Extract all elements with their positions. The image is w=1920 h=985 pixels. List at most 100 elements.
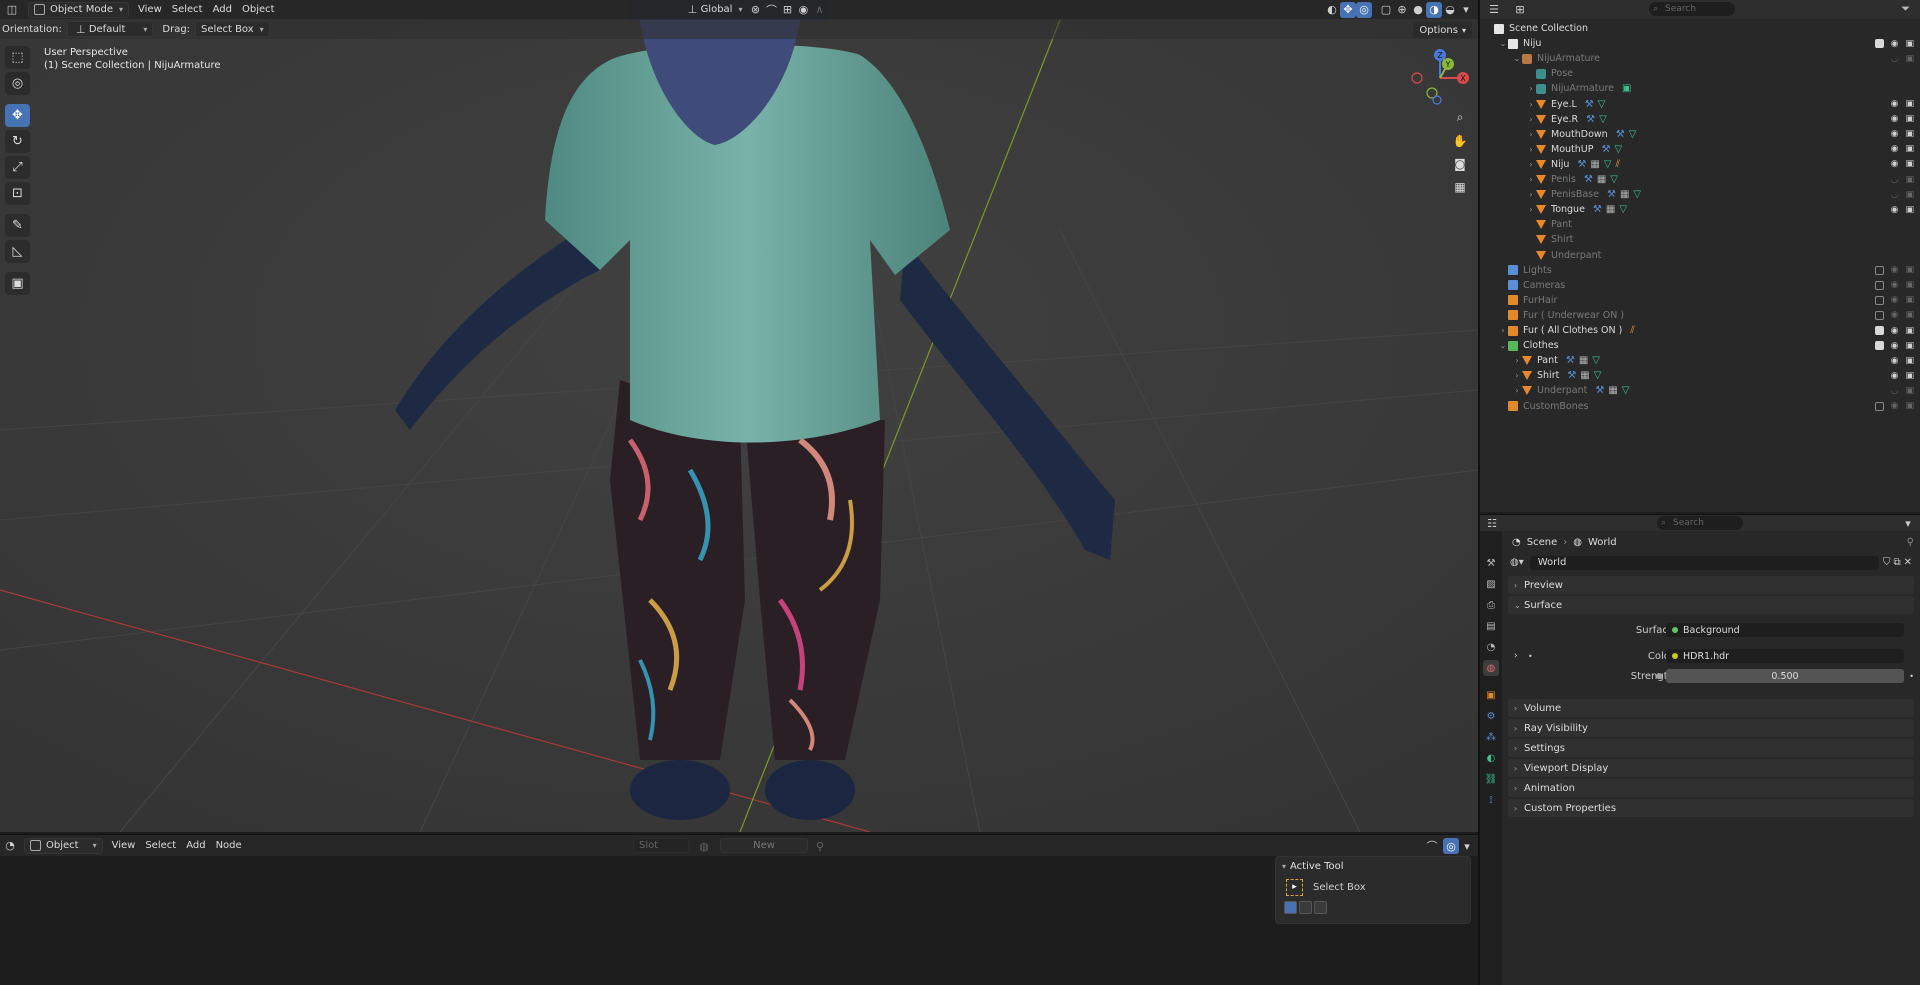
properties-search-input[interactable]: ⌕ Search	[1657, 516, 1743, 530]
new-material-button[interactable]: New	[720, 838, 808, 853]
exclude-checkbox[interactable]	[1874, 310, 1884, 320]
eye-icon[interactable]: ◉	[1891, 401, 1899, 411]
data-tab-icon[interactable]: ⟟	[1483, 792, 1499, 808]
modifier-tab-icon[interactable]: ⚙	[1483, 708, 1499, 724]
keyframe-dot-icon[interactable]: •	[1909, 672, 1914, 681]
physics-tab-icon[interactable]: ◐	[1483, 750, 1499, 766]
tool-tab-icon[interactable]: ⚒	[1483, 555, 1499, 571]
expand-color-icon[interactable]: ›	[1514, 651, 1518, 661]
outliner-row[interactable]: Cameras ◉ ▣	[1480, 278, 1920, 293]
vertex-groups-icon[interactable]: ▦	[1620, 189, 1629, 200]
move-tool-icon[interactable]: ✥	[5, 104, 30, 127]
active-tool-header[interactable]: ▾ Active Tool	[1276, 857, 1470, 875]
snap-target-icon[interactable]: ⊞	[779, 2, 795, 18]
menu-object[interactable]: Object	[237, 2, 280, 18]
object-tab-icon[interactable]: ▣	[1483, 687, 1499, 703]
outliner-row[interactable]: › MouthDown ⚒ ▽ ◉ ▣	[1480, 127, 1920, 142]
eye-icon[interactable]: ◉	[1891, 99, 1899, 109]
panel-ray-visibility[interactable]: › Ray Visibility	[1508, 719, 1914, 737]
world-browse-icon[interactable]: ◍▾	[1510, 557, 1524, 568]
wrench-icon[interactable]: ⚒	[1601, 144, 1610, 155]
vertex-groups-icon[interactable]: ▦	[1580, 370, 1589, 381]
surface-shader-field[interactable]: Background	[1666, 623, 1904, 637]
camera-icon[interactable]: ▣	[1905, 205, 1914, 215]
eye-closed-icon[interactable]: ◡	[1891, 54, 1899, 64]
outliner-row[interactable]: Fur ( Underwear ON ) ◉ ▣	[1480, 308, 1920, 323]
exclude-checkbox[interactable]	[1874, 265, 1884, 275]
expand-chevron-icon[interactable]: ›	[1526, 190, 1536, 199]
mesh-data-icon[interactable]: ▽	[1622, 385, 1630, 396]
world-tab-icon[interactable]: ◍	[1483, 660, 1499, 676]
expand-chevron-icon[interactable]: ›	[1526, 175, 1536, 184]
wrench-icon[interactable]: ⚒	[1607, 189, 1616, 200]
eye-icon[interactable]: ◉	[1891, 356, 1899, 366]
rotate-tool-icon[interactable]: ↻	[5, 130, 30, 153]
shader-editor-type-icon[interactable]: ◔	[2, 838, 18, 854]
vertex-groups-icon[interactable]: ▦	[1579, 355, 1588, 366]
wrench-icon[interactable]: ⚒	[1586, 114, 1595, 125]
panel-preview[interactable]: › Preview	[1508, 576, 1914, 594]
transform-orientation-dropdown[interactable]: ⊥ Global ▾	[680, 2, 748, 18]
wrench-icon[interactable]: ⚒	[1593, 204, 1602, 215]
exclude-checkbox[interactable]	[1874, 280, 1884, 290]
pivot-icon[interactable]: ⊗	[747, 2, 763, 18]
options-dropdown[interactable]: Options ▾	[1413, 22, 1472, 38]
outliner-row[interactable]: › Tongue ⚒ ▦ ▽ ◉ ▣	[1480, 202, 1920, 217]
eye-icon[interactable]: ◉	[1891, 144, 1899, 154]
camera-icon[interactable]: ▣	[1905, 99, 1914, 109]
camera-icon[interactable]: ▣	[1905, 175, 1914, 185]
vertex-groups-icon[interactable]: ▦	[1606, 204, 1615, 215]
collapse-chevron-icon[interactable]: ⌄	[1498, 39, 1508, 48]
eye-icon[interactable]: ◉	[1891, 371, 1899, 381]
exclude-checkbox[interactable]	[1874, 401, 1884, 411]
overlay-shader-icon[interactable]: ◎	[1443, 838, 1459, 854]
pin-icon[interactable]: ⚲	[812, 838, 828, 854]
mesh-data-icon[interactable]: ▽	[1633, 189, 1641, 200]
scene-tab-icon[interactable]: ◔	[1483, 639, 1499, 655]
vertex-groups-icon[interactable]: ▦	[1597, 174, 1606, 185]
camera-icon[interactable]: ▣	[1905, 386, 1914, 396]
hair-icon[interactable]: ⫽	[1630, 325, 1634, 336]
outliner-row[interactable]: Scene Collection	[1480, 21, 1920, 36]
panel-viewport-display[interactable]: › Viewport Display	[1508, 759, 1914, 777]
snap-shader-icon[interactable]: ⌒	[1424, 838, 1440, 854]
display-mode-icon[interactable]: ⊞	[1512, 2, 1528, 18]
camera-icon[interactable]: ▣	[1905, 371, 1914, 381]
expand-chevron-icon[interactable]: ›	[1526, 205, 1536, 214]
outliner-editor-type-icon[interactable]: ☰	[1486, 2, 1502, 18]
proportional-edit-icon[interactable]: ◉	[795, 2, 811, 18]
gizmo-toggle-icon[interactable]: ✥	[1340, 1, 1356, 18]
3d-viewport[interactable]: ◫ Object Mode ▾ View Select Add Object ⊥ G…	[0, 0, 1478, 832]
visibility-icon[interactable]: ◐	[1324, 2, 1340, 18]
overlay-options-icon[interactable]: ▾	[1459, 838, 1475, 854]
mesh-data-icon[interactable]: ▽	[1614, 144, 1622, 155]
camera-icon[interactable]: ▣	[1905, 295, 1914, 305]
eye-icon[interactable]: ◉	[1891, 205, 1899, 215]
menu-select[interactable]: Select	[167, 2, 208, 18]
wrench-icon[interactable]: ⚒	[1616, 129, 1625, 140]
eye-icon[interactable]: ◉	[1891, 159, 1899, 169]
camera-icon[interactable]: ▣	[1905, 265, 1914, 275]
view-layer-tab-icon[interactable]: ▤	[1483, 618, 1499, 634]
expand-chevron-icon[interactable]: ›	[1526, 130, 1536, 139]
falloff-icon[interactable]: ∧	[811, 2, 827, 18]
properties-editor-type-icon[interactable]: ☷	[1484, 515, 1500, 531]
outliner-row[interactable]: › PenisBase ⚒ ▦ ▽ ◡ ▣	[1480, 187, 1920, 202]
filter-icon[interactable]: ⏷	[1901, 2, 1910, 16]
camera-icon[interactable]: ▣	[1905, 341, 1914, 351]
expand-chevron-icon[interactable]: ›	[1526, 160, 1536, 169]
outliner-row[interactable]: CustomBones ◉ ▣	[1480, 399, 1920, 414]
camera-icon[interactable]: ▣	[1905, 326, 1914, 336]
vertex-groups-icon[interactable]: ▦	[1590, 159, 1599, 170]
shader-editor[interactable]: ◔ Object ▾ View Select Add Node Slot ◍ Ne…	[0, 834, 1478, 985]
slot-dropdown[interactable]: Slot	[633, 838, 689, 853]
collapse-chevron-icon[interactable]: ⌄	[1498, 341, 1508, 350]
annotate-tool-icon[interactable]: ✎	[5, 214, 30, 237]
eye-icon[interactable]: ◉	[1891, 114, 1899, 124]
output-tab-icon[interactable]: ⎙	[1483, 597, 1499, 613]
eye-icon[interactable]: ◉	[1891, 280, 1899, 290]
wrench-icon[interactable]: ⚒	[1567, 370, 1576, 381]
camera-icon[interactable]: ▣	[1905, 280, 1914, 290]
camera-icon[interactable]: ▣	[1905, 39, 1914, 49]
ortho-toggle-icon[interactable]: ▦	[1448, 177, 1472, 196]
